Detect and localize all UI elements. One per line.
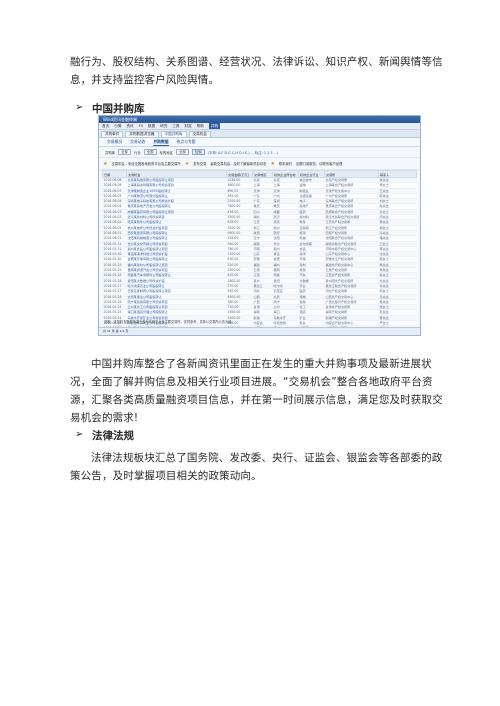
filter-hint: (字母: A-F B-G C-H D-I E-J ... 标注: 1 2 3 .… [207, 150, 279, 155]
menu-item-highlight[interactable]: 并购 [208, 123, 221, 129]
tab-trade-opportunity[interactable]: 交易机会 [188, 131, 211, 138]
column-header[interactable]: 标的企业行业 [298, 170, 325, 178]
subtab-dynamics[interactable]: 交易动态 [130, 138, 145, 146]
notice-right-note: 如需订阅服务，请联系客户经理 [296, 162, 343, 166]
deal-table-body: 2016-06-06 北京某科技有限公司股权转让项目 1234.00 北京 北京 信息技术… [102, 177, 417, 335]
subtab-data[interactable]: 并购数据 [153, 138, 169, 146]
menu-item[interactable]: 资讯 [126, 123, 133, 129]
section-heading-merger-db: ➢ 中国并购库 [75, 101, 145, 116]
tab-merger-events[interactable]: 并购事件 [101, 131, 124, 138]
section2-line-2: 策公告，及时掌握项目相关的政策动向。 [70, 470, 262, 482]
star-icon: ★ [184, 160, 190, 167]
subtab-row: 交易概况 交易动态 并购数据 热点与专题 [99, 138, 420, 147]
star-icon: ★ [270, 160, 275, 167]
deal-table: 日期 交易机会 交易金额(万元) 交易地区 标的企业所在地 标的企业行业 交易所… [102, 170, 417, 335]
filter-label: 并购库 [105, 150, 116, 155]
terminal-menubar: 首页 行情 资讯 F9 数据 研究 工具 财富 帮助 并购 [99, 123, 420, 130]
subtab-topics[interactable]: 热点与专题 [177, 138, 196, 146]
bullet-arrow-icon: ➢ [75, 102, 84, 113]
column-header[interactable]: 交易所 [324, 170, 379, 178]
table-header-row: 日期 交易机会 交易金额(万元) 交易地区 标的企业所在地 标的企业行业 交易所… [102, 170, 417, 178]
menu-item[interactable]: 数据 [148, 123, 155, 129]
section-title: 法律法规 [92, 430, 134, 442]
column-header[interactable]: 联系人 [378, 170, 417, 178]
notice-right[interactable]: 联系我们 [279, 161, 292, 166]
column-header[interactable]: 标的企业所在地 [272, 170, 299, 178]
intro-line-1: 融行为、股权结构、关系图谱、经营状况、法律诉讼、知识产权、新闻舆情等信 [70, 56, 443, 68]
star-icon: ★ [103, 160, 108, 167]
section2-line-1: 法律法规板块汇总了国务院、发改委、央行、证监会、银监会等各部委的政 [91, 452, 443, 464]
notice-bar: ★ 交易机会 - 来自全国各地政府平台及主要交易所 ★ 发布交易 最新交易机会，… [99, 158, 420, 170]
filter-select[interactable]: 全部 [176, 149, 189, 155]
column-header[interactable]: 交易机会 [126, 170, 227, 178]
notice-left: 交易机会 - 来自全国各地政府平台及主要交易所 [111, 162, 181, 166]
subtab-overview[interactable]: 交易概况 [107, 138, 122, 146]
menu-item[interactable]: F9 [139, 123, 143, 129]
section2-paragraph: 法律法规板块汇总了国务院、发改委、央行、证监会、银监会等各部委的政 策公告，及时… [70, 449, 443, 485]
filter-label: 标的地区 [159, 150, 174, 155]
terminal-titlebar: Wind资讯金融终端 [99, 116, 420, 123]
section-title: 中国并购库 [92, 103, 145, 115]
pager[interactable]: 共 31 条 第 1/1 页 [99, 327, 420, 335]
menu-item[interactable]: 帮助 [197, 123, 204, 129]
embedded-terminal-screenshot: Wind资讯金融终端 首页 行情 资讯 F9 数据 研究 工具 财富 帮助 并购… [98, 115, 421, 336]
intro-paragraph: 融行为、股权结构、关系图谱、经营状况、法律诉讼、知识产权、新闻舆情等信 息，并支… [70, 53, 443, 89]
menu-item[interactable]: 行情 [114, 123, 121, 129]
filter-bar: 并购库 全部 行业 全国 标的地区 全部 检索 (字母: A-F B-G C-H… [99, 147, 420, 158]
search-button[interactable]: 检索 [191, 149, 205, 155]
section1-line-1: 中国并购库整合了各新闻资讯里面正在发生的重大并购事项及最新进展状 [91, 358, 432, 370]
menu-item[interactable]: 首页 [102, 123, 109, 129]
tab-china-merger-db[interactable]: 中国并购库 [160, 131, 187, 138]
filter-select[interactable]: 全部 [118, 149, 131, 155]
section-heading-laws: ➢ 法律法规 [75, 428, 134, 443]
section1-line-4: 易机会的需求! [70, 412, 139, 424]
table-footnote: 说明：交易机会数据来源于各地政府平台及主要交易所，仅供参考，具体以交易所公告为准… [104, 320, 235, 324]
column-header[interactable]: 交易地区 [252, 170, 273, 178]
column-header[interactable]: 交易金额(万元) [226, 170, 253, 178]
menu-item[interactable]: 研究 [160, 123, 167, 129]
tab-merger-browser[interactable]: 并购数据浏览器 [125, 131, 159, 138]
notice-mid[interactable]: 发布交易 [193, 161, 206, 166]
bullet-arrow-icon: ➢ [75, 429, 84, 440]
intro-line-2: 息，并支持监控客户风险舆情。 [70, 74, 220, 86]
terminal-tabbar: 并购事件 并购数据浏览器 中国并购库 交易机会 [99, 130, 420, 138]
section1-line-2: 况，全面了解并购信息及相关行业项目进展。“交易机会”整合各地政府平台资 [70, 376, 433, 388]
section1-paragraph: 中国并购库整合了各新闻资讯里面正在发生的重大并购事项及最新进展状 况，全面了解并… [70, 355, 443, 427]
filter-label: 行业 [133, 150, 141, 155]
column-header[interactable]: 日期 [102, 170, 127, 178]
notice-mid-note: 最新交易机会，及时了解最新项目动态 [210, 162, 267, 166]
menu-item[interactable]: 工具 [172, 123, 179, 129]
section1-line-3: 源，汇聚各类高质量融资项目信息，并在第一时间展示信息，满足您及时获取交 [70, 394, 443, 406]
filter-select[interactable]: 全国 [143, 149, 157, 155]
menu-item[interactable]: 财富 [184, 123, 191, 129]
